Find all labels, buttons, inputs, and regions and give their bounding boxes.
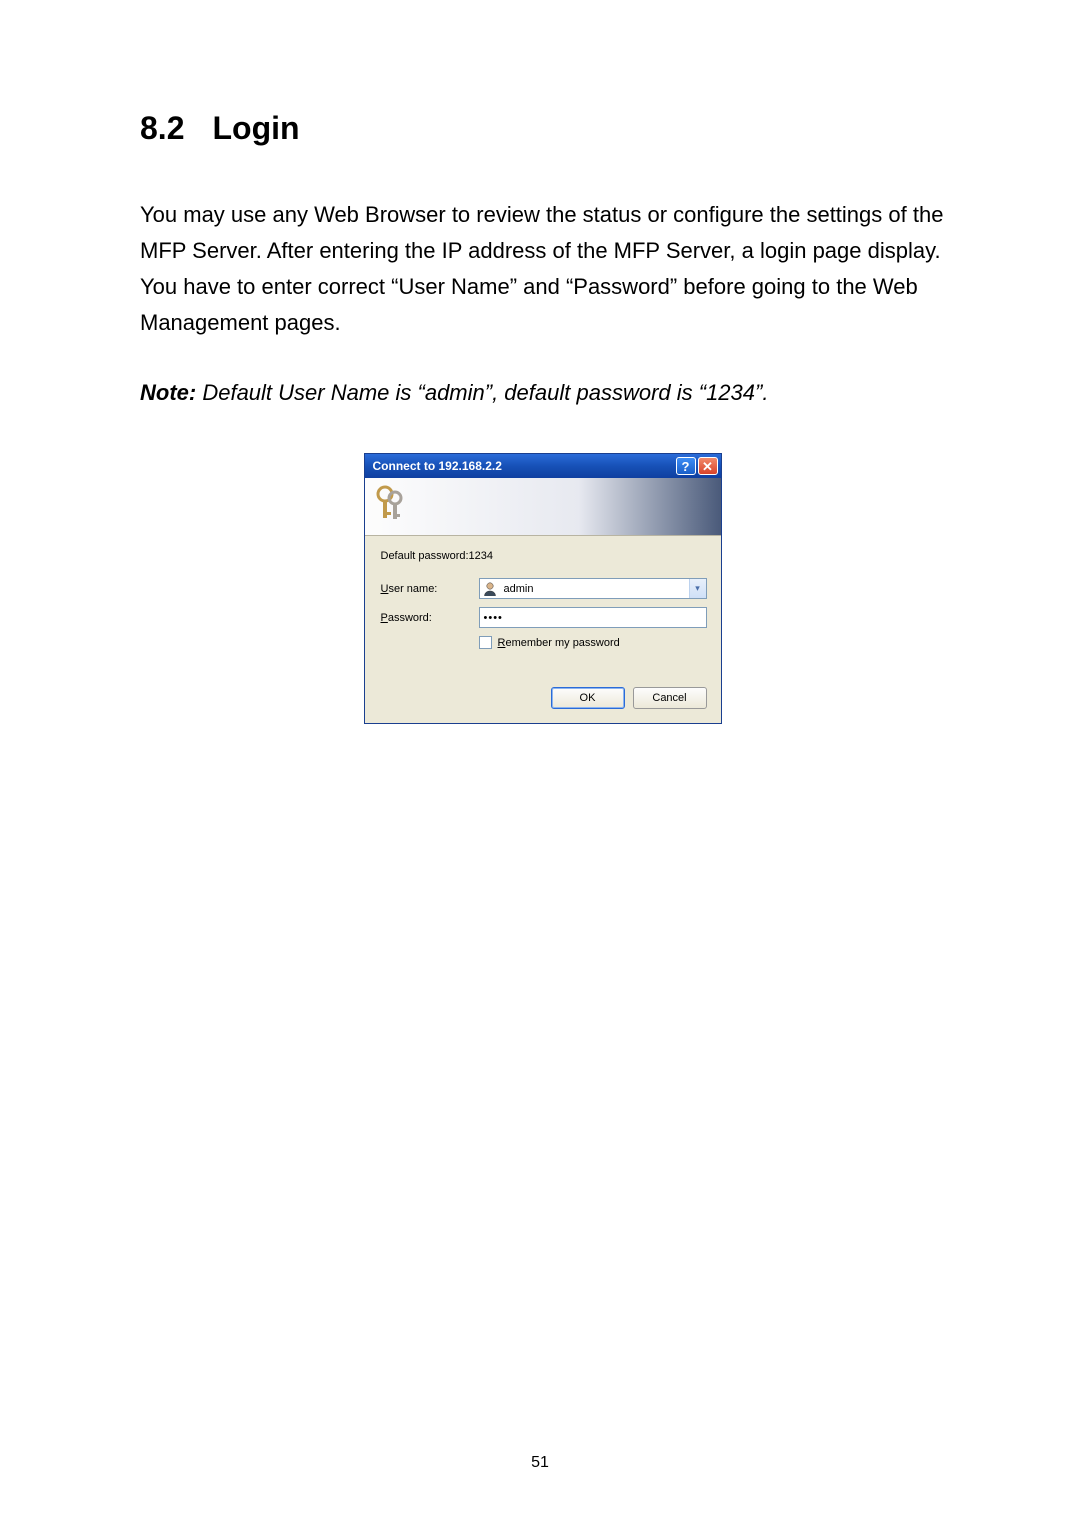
realm-text: Default password:1234 bbox=[379, 550, 707, 562]
window-title: Connect to 192.168.2.2 bbox=[373, 459, 674, 473]
password-field[interactable]: •••• bbox=[479, 607, 707, 628]
section-number: 8.2 bbox=[140, 110, 184, 147]
ok-button[interactable]: OK bbox=[551, 687, 625, 709]
section-title: Login bbox=[212, 110, 299, 146]
note-label: Note: bbox=[140, 380, 196, 405]
login-dialog: Connect to 192.168.2.2 ? ✕ Default passw… bbox=[364, 453, 722, 724]
keys-icon bbox=[373, 484, 713, 524]
username-value: admin bbox=[502, 583, 689, 595]
close-icon[interactable]: ✕ bbox=[698, 457, 718, 475]
note-line: Note: Default User Name is “admin”, defa… bbox=[140, 375, 945, 411]
user-icon bbox=[482, 581, 498, 597]
cancel-button[interactable]: Cancel bbox=[633, 687, 707, 709]
help-icon[interactable]: ? bbox=[676, 457, 696, 475]
remember-row: Remember my password bbox=[479, 636, 707, 649]
button-row: OK Cancel bbox=[365, 659, 721, 723]
chevron-down-icon[interactable]: ▾ bbox=[689, 579, 706, 598]
username-combo[interactable]: admin ▾ bbox=[479, 578, 707, 599]
intro-paragraph: You may use any Web Browser to review th… bbox=[140, 197, 945, 341]
title-bar[interactable]: Connect to 192.168.2.2 ? ✕ bbox=[365, 454, 721, 478]
username-label: User name: bbox=[379, 583, 479, 595]
note-text: Default User Name is “admin”, default pa… bbox=[196, 380, 768, 405]
password-label: Password: bbox=[379, 612, 479, 624]
dialog-body: Default password:1234 User name: admin ▾ bbox=[365, 536, 721, 659]
section-heading: 8.2 Login bbox=[140, 110, 945, 147]
dialog-header-strip bbox=[365, 478, 721, 536]
username-row: User name: admin ▾ bbox=[379, 578, 707, 599]
page-number: 51 bbox=[0, 1454, 1080, 1472]
remember-checkbox[interactable] bbox=[479, 636, 492, 649]
remember-label: Remember my password bbox=[498, 637, 620, 649]
password-row: Password: •••• bbox=[379, 607, 707, 628]
